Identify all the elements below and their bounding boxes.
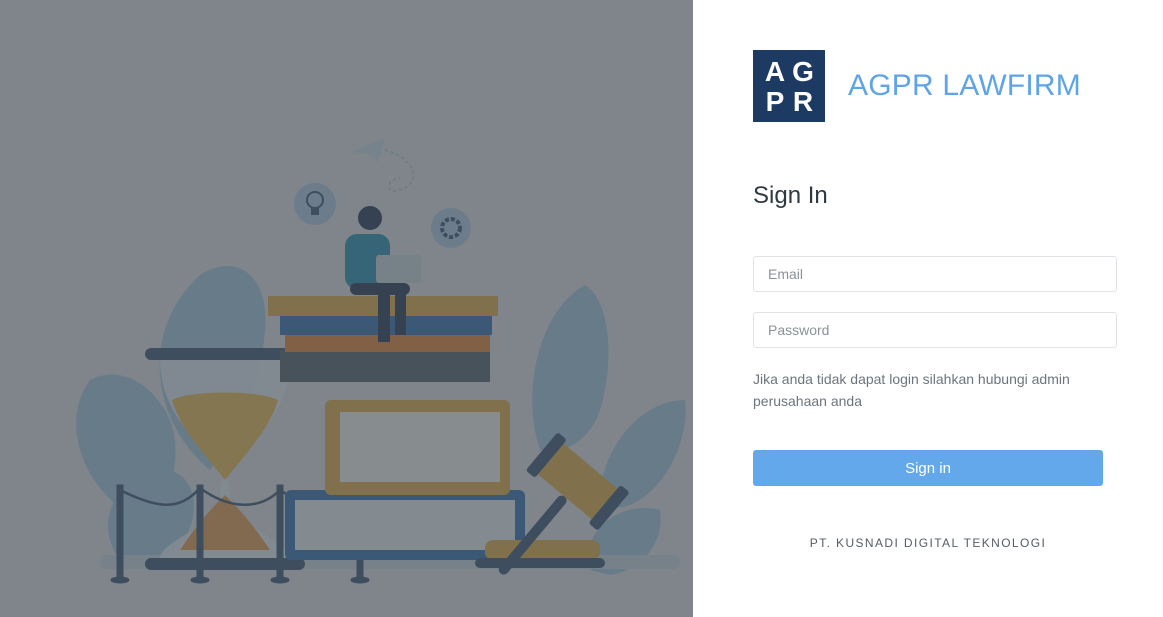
logo-letter: P bbox=[765, 86, 785, 117]
sign-in-button[interactable]: Sign in bbox=[753, 450, 1103, 486]
brand-header: A G P R AGPR LAWFIRM bbox=[753, 50, 1081, 122]
login-illustration-panel bbox=[0, 0, 693, 617]
illustration-overlay bbox=[0, 0, 693, 617]
company-footer: PT. KUSNADI DIGITAL TEKNOLOGI bbox=[809, 536, 1047, 550]
password-input[interactable] bbox=[753, 312, 1117, 348]
signin-panel: A G P R AGPR LAWFIRM Sign In Jika anda t… bbox=[693, 0, 1163, 617]
login-help-text: Jika anda tidak dapat login silahkan hub… bbox=[753, 371, 1070, 409]
page-title: Sign In bbox=[753, 182, 828, 209]
agpr-logo: A G P R bbox=[753, 50, 825, 122]
email-input[interactable] bbox=[753, 256, 1117, 292]
logo-letter: A bbox=[764, 56, 786, 87]
brand-name: AGPR LAWFIRM bbox=[848, 69, 1081, 102]
logo-letter: R bbox=[792, 86, 814, 117]
logo-letter: G bbox=[792, 56, 814, 87]
